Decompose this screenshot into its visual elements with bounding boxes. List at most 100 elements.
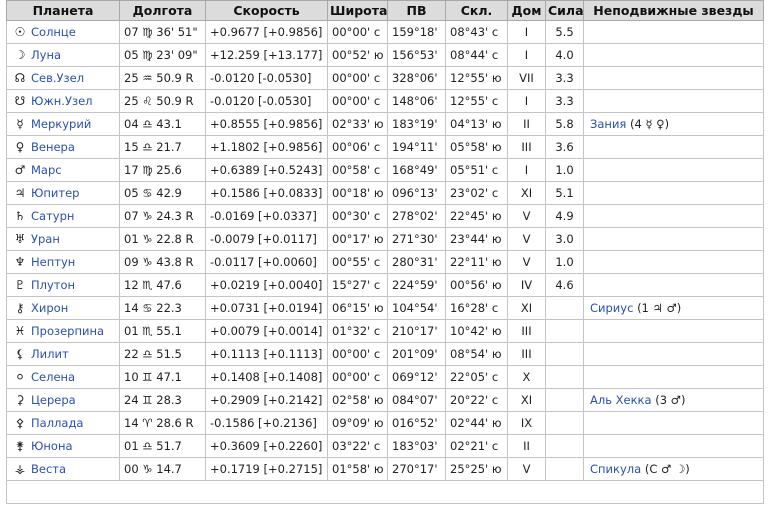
footer-row [6,481,764,504]
fixed-stars-cell [584,343,764,366]
table-row: ♅ Уран 01 ♑ 22.8 R -0.0079 [+0.0117] 00°17' … [6,228,764,251]
latitude-cell: 00°52' ю [328,44,388,67]
right-ascension-cell: 016°52' [388,412,446,435]
fixed-star-details: (C ♂ ☽) [644,462,690,476]
latitude-cell: 02°33' ю [328,113,388,136]
latitude-cell: 00°00' с [328,366,388,389]
longitude-cell: 17 ♍ 25.6 [120,159,206,182]
table-row: ☊ Сев.Узел 25 ♒ 50.9 R -0.0120 [-0.0530] 00°… [6,67,764,90]
planet-link[interactable]: Меркурий [31,117,91,131]
table-row: ⚶ Веста 00 ♑ 14.7 +0.1719 [+0.2715] 01°58' ю… [6,458,764,481]
table-row: ☿ Меркурий 04 ♎ 43.1 +0.8555 [+0.9856] 02°33… [6,113,764,136]
planet-cell: ⚴ Паллада [6,412,120,435]
fixed-stars-cell [584,44,764,67]
mercury-icon: ☿ [16,117,24,131]
planet-link[interactable]: Луна [31,48,61,62]
planet-link[interactable]: Прозерпина [31,324,104,338]
latitude-cell: 00°06' с [328,136,388,159]
fixed-stars-cell [584,435,764,458]
planet-link[interactable]: Венера [31,140,75,154]
planet-link[interactable]: Уран [31,232,60,246]
planet-link[interactable]: Южн.Узел [31,94,93,108]
planet-cell: ♄ Сатурн [6,205,120,228]
fixed-star-link[interactable]: Аль Хекка [590,393,652,407]
table-row: ♃ Юпитер 05 ♋ 42.9 +0.1586 [+0.0833] 00°18' … [6,182,764,205]
planet-link[interactable]: Нептун [31,255,75,269]
power-cell: 5.5 [546,21,584,44]
longitude-cell: 25 ♒ 50.9 R [120,67,206,90]
right-ascension-cell: 156°53' [388,44,446,67]
planet-link[interactable]: Солнце [31,25,76,39]
house-cell: IV [508,274,546,297]
longitude-cell: 22 ♎ 51.5 [120,343,206,366]
planet-link[interactable]: Сатурн [31,209,74,223]
right-ascension-cell: 210°17' [388,320,446,343]
declination-cell: 23°44' ю [446,228,508,251]
planet-cell: ⚪ Селена [6,366,120,389]
house-cell: I [508,44,546,67]
speed-cell: +0.1719 [+0.2715] [206,458,328,481]
planet-link[interactable]: Сев.Узел [31,71,84,85]
speed-cell: +0.0079 [+0.0014] [206,320,328,343]
declination-cell: 05°58' ю [446,136,508,159]
power-cell [546,297,584,320]
speed-cell: +0.0219 [+0.0040] [206,274,328,297]
declination-cell: 08°54' ю [446,343,508,366]
fixed-star-details: (4 ☿ ♀) [630,117,670,131]
fixed-stars-cell [584,67,764,90]
declination-cell: 20°22' с [446,389,508,412]
fixed-star-link[interactable]: Зания [590,117,626,131]
planet-link[interactable]: Церера [31,393,76,407]
planet-link[interactable]: Марс [31,163,62,177]
longitude-cell: 12 ♏ 47.6 [120,274,206,297]
pluto-icon: ♇ [14,278,26,292]
latitude-cell: 09°09' ю [328,412,388,435]
planet-link[interactable]: Юнона [31,439,73,453]
header-planet: Планета [6,0,120,21]
planet-link[interactable]: Хирон [31,301,68,315]
planet-link[interactable]: Селена [31,370,75,384]
declination-cell: 04°13' ю [446,113,508,136]
planet-link[interactable]: Веста [31,462,66,476]
fixed-stars-cell [584,21,764,44]
longitude-cell: 05 ♍ 23' 09" [120,44,206,67]
moon-icon: ☽ [14,48,26,62]
planet-table-container: Планета Долгота Скорость Широта ПВ Скл. … [6,0,764,504]
house-cell: II [508,435,546,458]
fixed-star-link[interactable]: Спикула [590,462,641,476]
declination-cell: 16°28' с [446,297,508,320]
planet-link[interactable]: Юпитер [31,186,79,200]
power-cell: 4.9 [546,205,584,228]
right-ascension-cell: 168°49' [388,159,446,182]
latitude-cell: 02°58' ю [328,389,388,412]
venus-icon: ♀ [15,140,25,154]
speed-cell: +0.1408 [+0.1408] [206,366,328,389]
planet-cell: ⚶ Веста [6,458,120,481]
speed-cell: -0.0120 [-0.0530] [206,67,328,90]
right-ascension-cell: 328°06' [388,67,446,90]
selena-icon: ⚪ [14,370,26,384]
planet-link[interactable]: Плутон [31,278,75,292]
planet-link[interactable]: Лилит [31,347,69,361]
latitude-cell: 06°15' ю [328,297,388,320]
table-row: ♓ Прозерпина 01 ♏ 55.1 +0.0079 [+0.0014] 01°… [6,320,764,343]
uranus-icon: ♅ [14,232,26,246]
longitude-cell: 14 ♋ 22.3 [120,297,206,320]
declination-cell: 23°02' с [446,182,508,205]
sun-icon: ☉ [14,25,26,39]
fixed-stars-cell: Зания (4 ☿ ♀) [584,113,764,136]
header-power: Сила [546,0,584,21]
right-ascension-cell: 084°07' [388,389,446,412]
latitude-cell: 00°58' с [328,159,388,182]
declination-cell: 08°44' с [446,44,508,67]
planet-link[interactable]: Паллада [31,416,83,430]
longitude-cell: 09 ♑ 43.8 R [120,251,206,274]
header-longitude: Долгота [120,0,206,21]
jupiter-icon: ♃ [14,186,26,200]
longitude-cell: 14 ♈ 28.6 R [120,412,206,435]
house-cell: V [508,251,546,274]
power-cell: 5.8 [546,113,584,136]
latitude-cell: 01°32' с [328,320,388,343]
fixed-star-link[interactable]: Сириус [590,301,633,315]
longitude-cell: 05 ♋ 42.9 [120,182,206,205]
